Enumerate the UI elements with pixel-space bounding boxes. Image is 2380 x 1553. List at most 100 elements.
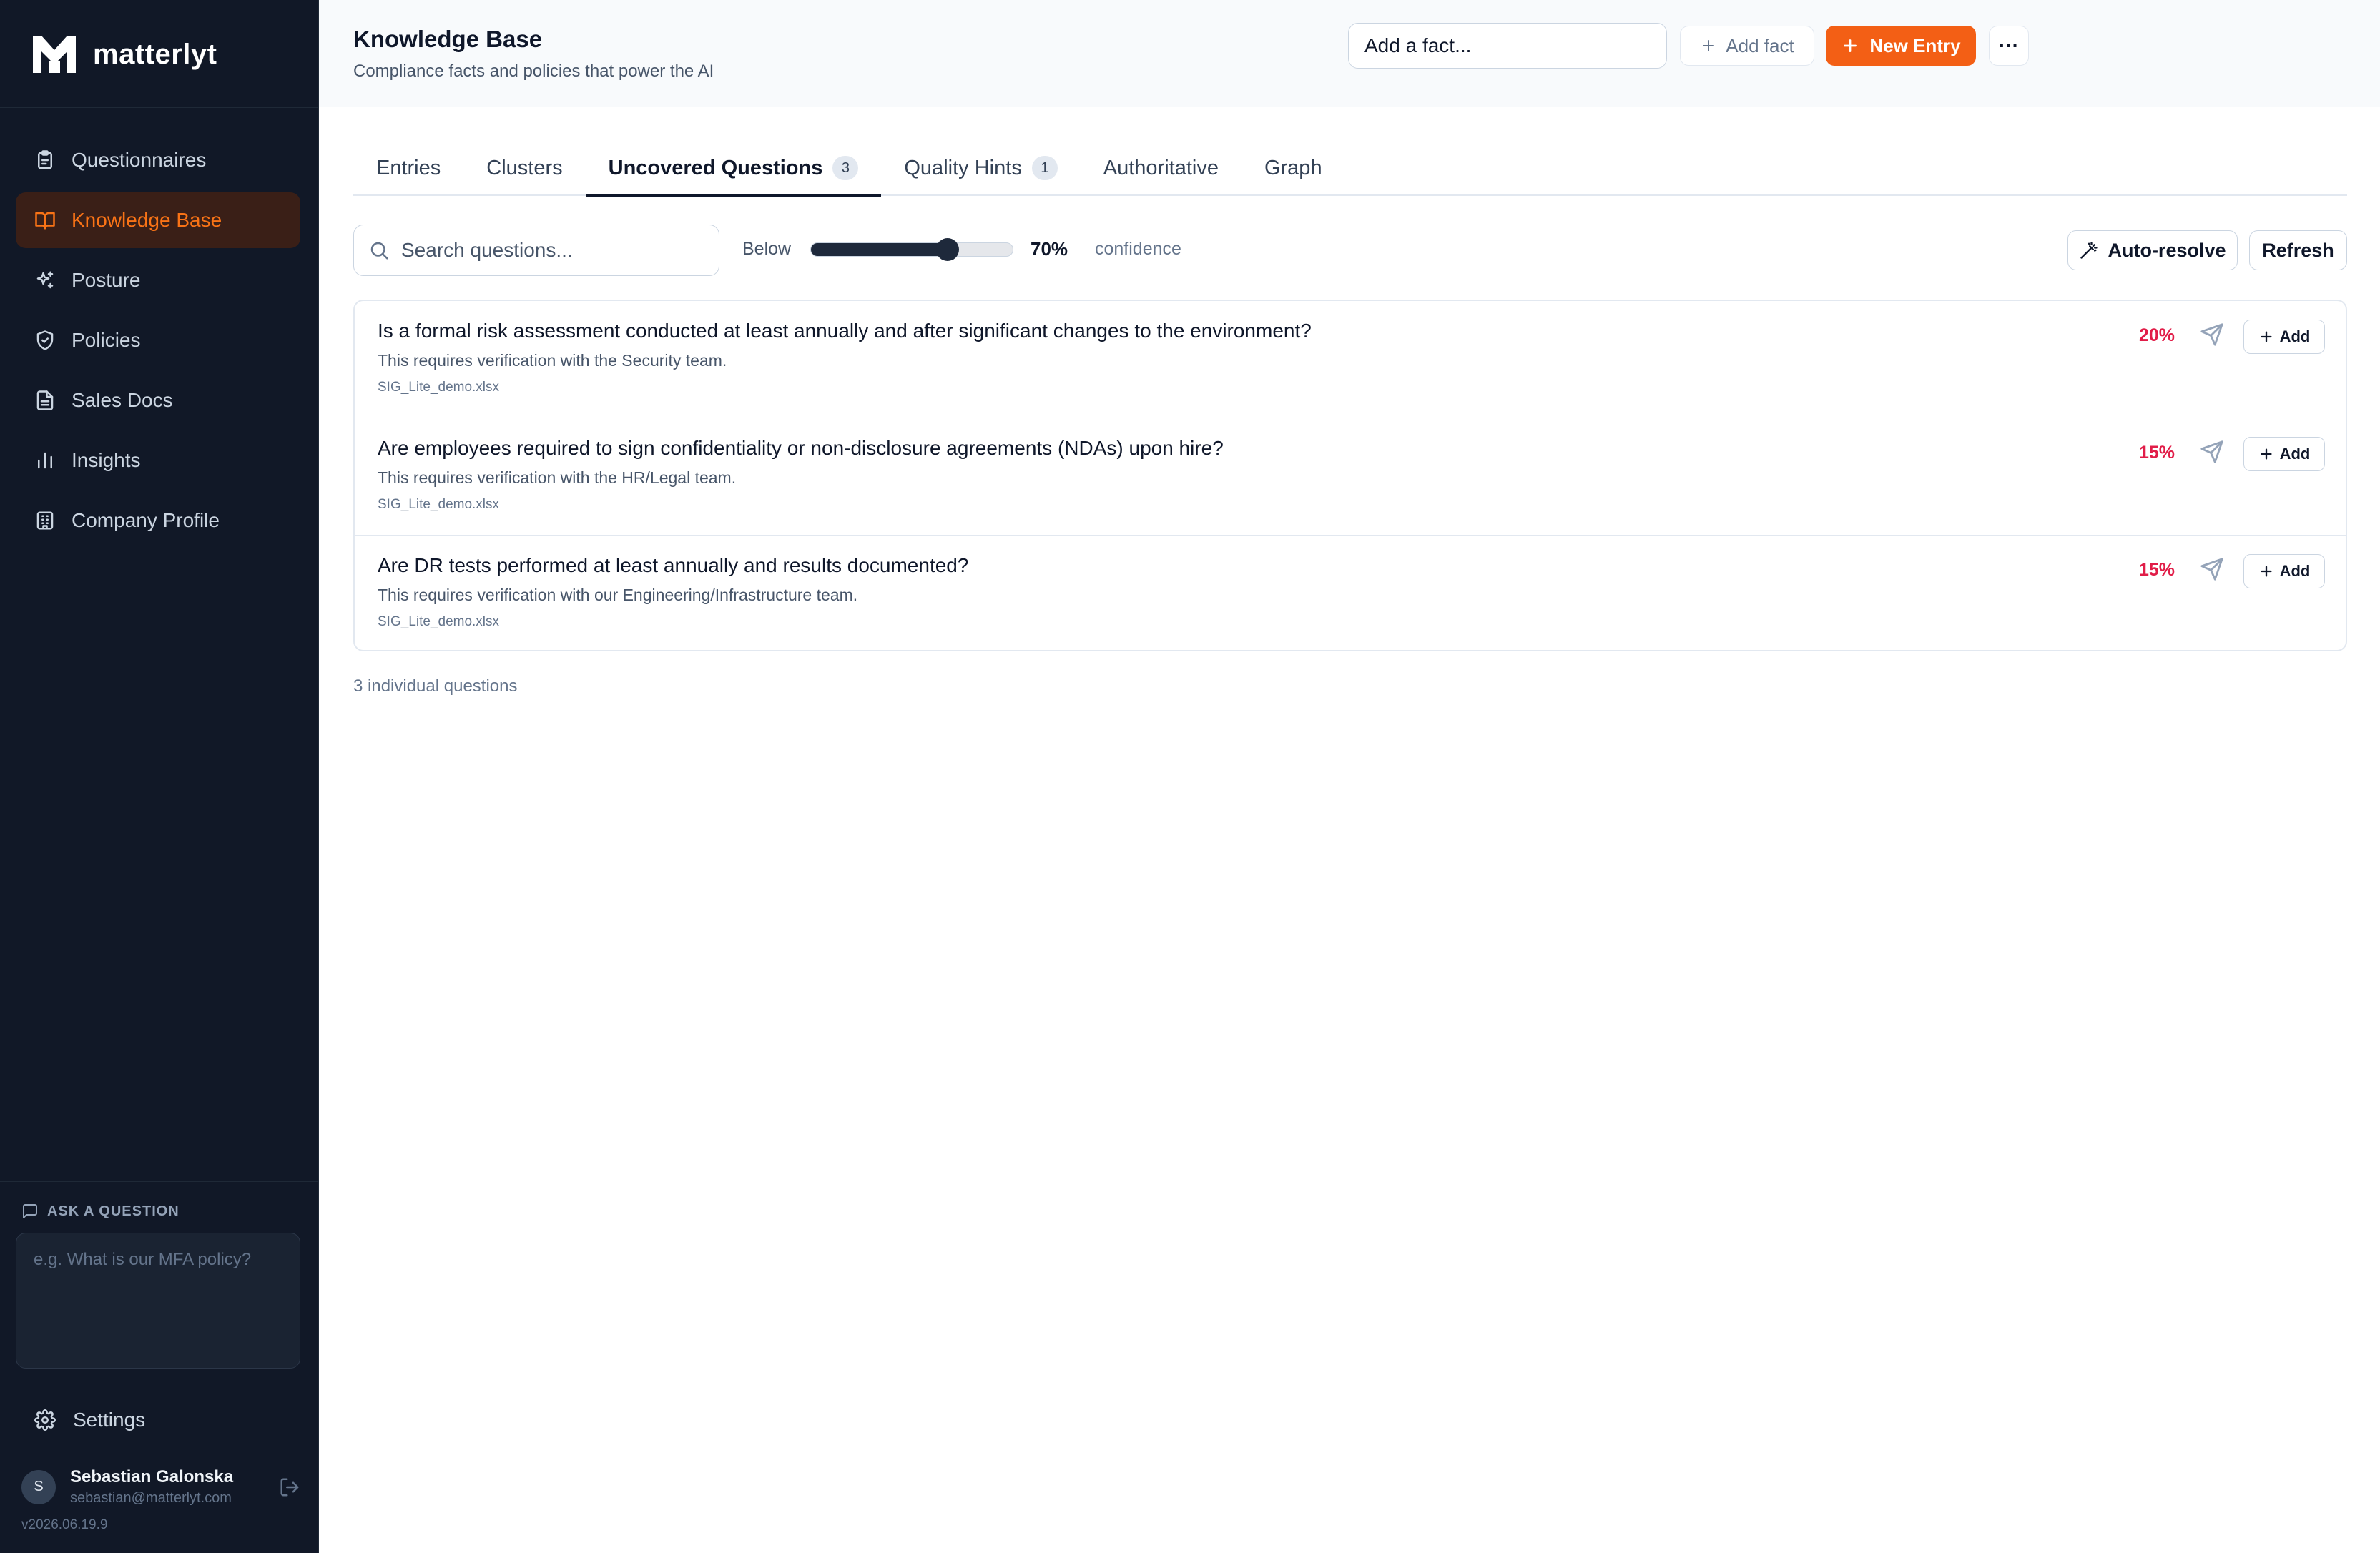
tab-label: Graph: [1264, 156, 1322, 179]
divider: [0, 107, 319, 108]
ask-question-heading: ASK A QUESTION: [47, 1203, 180, 1219]
tab-quality-hints[interactable]: Quality Hints 1: [881, 140, 1080, 196]
page-title: Knowledge Base: [353, 26, 543, 52]
message-square-icon: [23, 1204, 37, 1218]
question-source: SIG_Lite_demo.xlsx: [378, 380, 500, 395]
more-horizontal-icon: ···: [1999, 34, 2019, 56]
user-name: Sebastian Galonska: [70, 1467, 234, 1487]
refresh-button[interactable]: Refresh: [2249, 230, 2347, 270]
tab-label: Uncovered Questions: [608, 156, 823, 179]
add-label: Add: [2279, 445, 2311, 463]
send-icon[interactable]: [2200, 322, 2224, 347]
sidebar: matterlyt Questionnaires Knowledge Base …: [0, 0, 319, 1553]
book-open-icon: [35, 212, 55, 230]
send-icon[interactable]: [2200, 557, 2224, 581]
clipboard-icon: [38, 150, 52, 169]
send-icon[interactable]: [2200, 440, 2224, 464]
tab-graph[interactable]: Graph: [1241, 140, 1345, 196]
new-entry-button[interactable]: New Entry: [1826, 26, 1976, 66]
question-text: Are DR tests performed at least annually…: [378, 554, 969, 576]
brand-name: matterlyt: [93, 38, 217, 70]
add-fact-button[interactable]: Add fact: [1680, 26, 1814, 66]
add-label: Add: [2279, 562, 2311, 580]
divider: [0, 1181, 319, 1182]
list-item[interactable]: Are employees required to sign confident…: [355, 418, 2346, 536]
question-count: 3 individual questions: [353, 676, 518, 696]
add-fact-label: Add fact: [1726, 34, 1794, 56]
sidebar-nav: Questionnaires Knowledge Base Posture Po…: [16, 132, 300, 553]
search-field: [353, 225, 719, 276]
confidence-score: 15%: [2138, 560, 2175, 580]
tab-label: Authoritative: [1103, 156, 1219, 179]
tab-clusters[interactable]: Clusters: [463, 140, 585, 196]
slider-handle[interactable]: [936, 238, 960, 261]
tab-authoritative[interactable]: Authoritative: [1081, 140, 1241, 196]
tab-label: Entries: [376, 156, 441, 179]
confidence-slider[interactable]: [810, 242, 1013, 257]
sidebar-item-label: Company Profile: [72, 509, 220, 531]
sidebar-item-insights[interactable]: Insights: [16, 433, 300, 488]
add-button[interactable]: Add: [2243, 320, 2325, 354]
bar-chart-icon: [38, 452, 52, 469]
tab-count-badge: 3: [832, 156, 859, 180]
tab-count-badge: 1: [1031, 156, 1058, 180]
sparkles-icon: [36, 271, 54, 289]
slider-fill: [811, 243, 953, 256]
search-icon: [370, 242, 388, 260]
ask-question-input[interactable]: [16, 1233, 300, 1369]
settings-link[interactable]: Settings: [34, 1409, 145, 1431]
matterlyt-logo: [33, 36, 76, 73]
user-profile: S Sebastian Galonska sebastian@matterlyt…: [21, 1467, 300, 1507]
question-text: Is a formal risk assessment conducted at…: [378, 320, 1312, 342]
list-item[interactable]: Is a formal risk assessment conducted at…: [355, 301, 2346, 418]
logout-icon[interactable]: [279, 1476, 300, 1498]
sidebar-item-questionnaires[interactable]: Questionnaires: [16, 132, 300, 188]
add-fact-input[interactable]: [1348, 23, 1667, 69]
search-input[interactable]: [401, 239, 687, 262]
confidence-score: 20%: [2138, 325, 2175, 345]
gear-icon: [34, 1409, 56, 1431]
confidence-label: confidence: [1095, 239, 1181, 259]
tab-uncovered-questions[interactable]: Uncovered Questions 3: [585, 140, 882, 197]
tab-bar: Entries Clusters Uncovered Questions 3 Q…: [353, 140, 2347, 197]
question-text: Are employees required to sign confident…: [378, 437, 1224, 459]
ask-question-label: ASK A QUESTION: [21, 1203, 180, 1220]
magic-wand-icon: [2080, 242, 2098, 259]
user-email: sebastian@matterlyt.com: [70, 1490, 232, 1506]
sidebar-item-policies[interactable]: Policies: [16, 312, 300, 368]
list-item[interactable]: Are DR tests performed at least annually…: [355, 536, 2346, 650]
add-button[interactable]: Add: [2243, 554, 2325, 588]
file-text-icon: [36, 390, 54, 410]
plus-icon: [2261, 331, 2272, 342]
building-icon: [36, 511, 54, 530]
more-options-button[interactable]: ···: [1989, 26, 2029, 66]
auto-resolve-button[interactable]: Auto-resolve: [2067, 230, 2238, 270]
confidence-score: 15%: [2138, 443, 2175, 463]
uncovered-questions-list: Is a formal risk assessment conducted at…: [353, 300, 2347, 651]
new-entry-label: New Entry: [1869, 34, 1961, 56]
user-info: Sebastian Galonska sebastian@matterlyt.c…: [70, 1467, 265, 1507]
threshold-below-label: Below: [742, 239, 792, 259]
sidebar-item-company-profile[interactable]: Company Profile: [16, 493, 300, 548]
question-source: SIG_Lite_demo.xlsx: [378, 614, 500, 629]
tab-entries[interactable]: Entries: [353, 140, 463, 196]
question-note: This requires verification with the Secu…: [378, 351, 727, 370]
sidebar-item-posture[interactable]: Posture: [16, 252, 300, 308]
add-button[interactable]: Add: [2243, 437, 2325, 471]
sidebar-item-label: Sales Docs: [72, 389, 173, 411]
sidebar-item-label: Posture: [72, 269, 141, 291]
sidebar-item-label: Insights: [72, 449, 141, 471]
plus-icon: [2261, 566, 2272, 577]
shield-icon: [36, 330, 54, 350]
settings-label: Settings: [73, 1409, 146, 1431]
question-note: This requires verification with the HR/L…: [378, 468, 737, 487]
auto-resolve-label: Auto-resolve: [2108, 239, 2226, 261]
app-version: v2026.06.19.9: [21, 1517, 108, 1532]
plus-icon: [2261, 448, 2272, 460]
sidebar-item-label: Knowledge Base: [72, 209, 222, 231]
sidebar-item-sales-docs[interactable]: Sales Docs: [16, 373, 300, 428]
page-subtitle: Compliance facts and policies that power…: [353, 61, 714, 81]
sidebar-item-knowledge-base[interactable]: Knowledge Base: [16, 192, 300, 248]
brand[interactable]: matterlyt: [30, 31, 217, 77]
avatar[interactable]: S: [21, 1469, 56, 1504]
